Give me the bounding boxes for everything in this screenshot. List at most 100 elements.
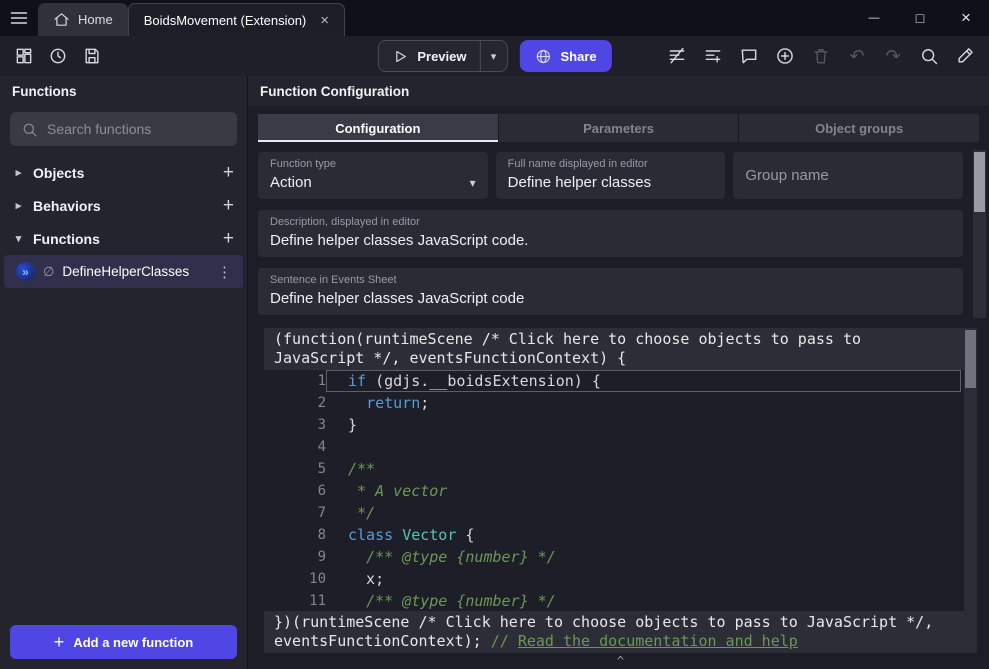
share-label: Share bbox=[561, 49, 597, 64]
toolbar: Preview ▾ Share ↶ ↷ bbox=[0, 36, 989, 76]
add-object-button[interactable]: + bbox=[223, 163, 234, 182]
comment-icon bbox=[739, 46, 759, 66]
description-field[interactable]: Description, displayed in editor Define … bbox=[258, 210, 963, 257]
sidebar-item-behaviors[interactable]: ▸ Behaviors + bbox=[0, 189, 247, 222]
full-name-field[interactable]: Full name displayed in editor Define hel… bbox=[496, 152, 726, 199]
tab-extension-label: BoidsMovement (Extension) bbox=[144, 13, 307, 28]
scroll-caret[interactable]: ^ bbox=[264, 653, 977, 669]
line-number: 10 bbox=[264, 568, 326, 590]
code-body[interactable]: 1if (gdjs.__boidsExtension) {2 return;3}… bbox=[264, 370, 977, 611]
maximize-button[interactable]: □ bbox=[897, 0, 943, 36]
line-number: 7 bbox=[264, 502, 326, 524]
function-item-definehelperclasses[interactable]: » ∅ DefineHelperClasses ⋮ bbox=[4, 255, 243, 288]
minimize-button[interactable]: — bbox=[851, 0, 897, 36]
code-line[interactable]: 10 x; bbox=[264, 568, 961, 590]
function-item-label: DefineHelperClasses bbox=[62, 264, 206, 279]
code-line[interactable]: 6 * A vector bbox=[264, 480, 961, 502]
line-number: 6 bbox=[264, 480, 326, 502]
layout-icon bbox=[14, 46, 34, 66]
close-button[interactable]: × bbox=[943, 0, 989, 36]
code-text: class Vector { bbox=[326, 524, 961, 546]
tab-extension[interactable]: BoidsMovement (Extension) × bbox=[128, 3, 345, 36]
sidebar-item-label: Behaviors bbox=[33, 198, 101, 214]
code-header[interactable]: (function(runtimeScene /* Click here to … bbox=[264, 328, 977, 370]
tab-close-icon[interactable]: × bbox=[320, 12, 329, 29]
code-scrollbar[interactable] bbox=[964, 328, 977, 653]
tab-parameters[interactable]: Parameters bbox=[498, 114, 739, 142]
code-text: if (gdjs.__boidsExtension) { bbox=[326, 370, 961, 392]
code-text: /** @type {number} */ bbox=[326, 590, 961, 611]
menu-button[interactable] bbox=[0, 0, 38, 36]
events-list-add-button[interactable] bbox=[699, 42, 727, 70]
events-list-add-icon bbox=[703, 46, 723, 66]
save-icon bbox=[82, 46, 102, 66]
group-name-field[interactable]: Group name bbox=[733, 152, 963, 199]
undo-button[interactable]: ↶ bbox=[843, 42, 871, 70]
sidebar-item-functions[interactable]: ▾ Functions + bbox=[0, 222, 247, 255]
more-options-icon[interactable]: ⋮ bbox=[214, 263, 235, 281]
sidebar-item-label: Objects bbox=[33, 165, 84, 181]
function-type-value: Action bbox=[270, 174, 470, 191]
function-configuration-title: Function Configuration bbox=[248, 76, 989, 106]
group-name-label: Group name bbox=[745, 167, 828, 184]
code-line[interactable]: 2 return; bbox=[264, 392, 961, 414]
tab-home[interactable]: Home bbox=[38, 3, 128, 36]
line-number: 3 bbox=[264, 414, 326, 436]
history-clock-icon bbox=[48, 46, 68, 66]
code-line[interactable]: 3} bbox=[264, 414, 961, 436]
functions-panel-title: Functions bbox=[0, 76, 247, 106]
tab-object-groups[interactable]: Object groups bbox=[738, 114, 979, 142]
sentence-field[interactable]: Sentence in Events Sheet Define helper c… bbox=[258, 268, 963, 315]
configuration-form: Function type Action ▾ Full name display… bbox=[248, 142, 989, 326]
form-scrollbar[interactable] bbox=[973, 150, 986, 318]
code-text: x; bbox=[326, 568, 961, 590]
search-functions-input[interactable] bbox=[47, 121, 226, 137]
code-line[interactable]: 9 /** @type {number} */ bbox=[264, 546, 961, 568]
search-icon bbox=[21, 121, 38, 138]
share-button[interactable]: Share bbox=[520, 40, 612, 72]
form-scrollbar-thumb[interactable] bbox=[974, 152, 985, 212]
code-line[interactable]: 5/** bbox=[264, 458, 961, 480]
search-button[interactable] bbox=[915, 42, 943, 70]
documentation-link[interactable]: Read the documentation and help bbox=[518, 632, 798, 650]
play-icon bbox=[391, 48, 408, 65]
line-number: 1 bbox=[264, 370, 326, 392]
theme-brush-button[interactable] bbox=[951, 42, 979, 70]
code-scrollbar-thumb[interactable] bbox=[965, 330, 976, 388]
code-line[interactable]: 7 */ bbox=[264, 502, 961, 524]
code-footer[interactable]: })(runtimeScene /* Click here to choose … bbox=[264, 611, 977, 653]
code-text: } bbox=[326, 414, 961, 436]
function-type-select[interactable]: Function type Action ▾ bbox=[258, 152, 488, 199]
code-text: * A vector bbox=[326, 480, 961, 502]
search-functions-box[interactable] bbox=[10, 112, 237, 146]
comment-button[interactable] bbox=[735, 42, 763, 70]
redo-button[interactable]: ↷ bbox=[879, 42, 907, 70]
tab-configuration[interactable]: Configuration bbox=[258, 114, 498, 142]
footer-comment-prefix: // bbox=[491, 632, 518, 650]
add-behavior-button[interactable]: + bbox=[223, 196, 234, 215]
events-list-button[interactable] bbox=[663, 42, 691, 70]
code-line[interactable]: 11 /** @type {number} */ bbox=[264, 590, 961, 611]
add-new-function-button[interactable]: + Add a new function bbox=[10, 625, 237, 659]
add-function-plus-button[interactable]: + bbox=[223, 229, 234, 248]
save-button[interactable] bbox=[78, 42, 106, 70]
functions-sidebar: Functions ▸ Objects + ▸ Behaviors + ▾ Fu… bbox=[0, 76, 248, 669]
chevron-down-icon: ▾ bbox=[13, 232, 24, 245]
sidebar-item-objects[interactable]: ▸ Objects + bbox=[0, 156, 247, 189]
line-number: 4 bbox=[264, 436, 326, 458]
preview-button[interactable]: Preview ▾ bbox=[377, 40, 507, 72]
globe-icon bbox=[535, 48, 552, 65]
preview-dropdown-button[interactable]: ▾ bbox=[481, 41, 507, 71]
code-text: /** bbox=[326, 458, 961, 480]
code-editor: (function(runtimeScene /* Click here to … bbox=[264, 328, 977, 669]
add-circle-button[interactable] bbox=[771, 42, 799, 70]
line-number: 9 bbox=[264, 546, 326, 568]
code-line[interactable]: 8class Vector { bbox=[264, 524, 961, 546]
code-text: */ bbox=[326, 502, 961, 524]
code-line[interactable]: 4 bbox=[264, 436, 961, 458]
code-line[interactable]: 1if (gdjs.__boidsExtension) { bbox=[264, 370, 961, 392]
brush-icon bbox=[955, 46, 975, 66]
history-button[interactable] bbox=[44, 42, 72, 70]
delete-button[interactable] bbox=[807, 42, 835, 70]
layout-panels-button[interactable] bbox=[10, 42, 38, 70]
